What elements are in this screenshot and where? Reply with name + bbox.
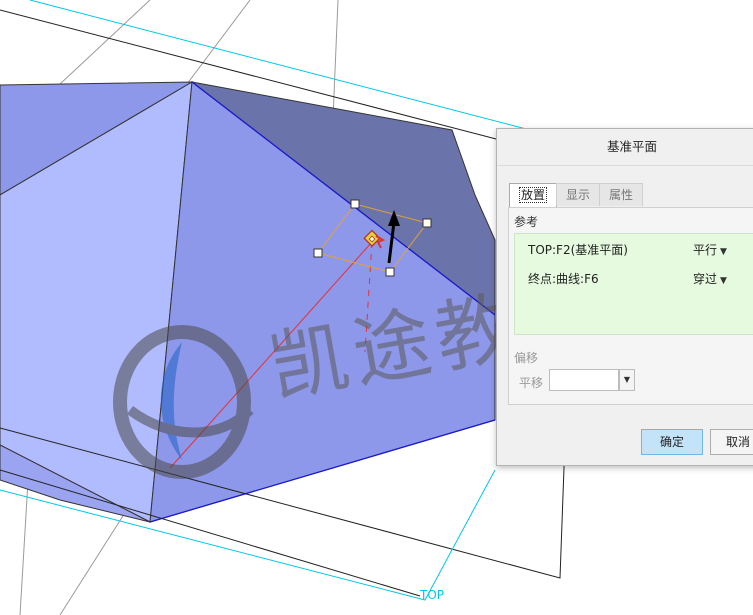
drag-handle[interactable]	[350, 199, 360, 209]
reference-name: 终点:曲线:F6	[528, 272, 599, 286]
reference-name: TOP:F2(基准平面)	[528, 243, 628, 257]
dialog-title: 基准平面	[497, 129, 753, 166]
datum-plane-label: TOP	[420, 588, 445, 602]
reference-type-dropdown[interactable]: 平行 ▼	[693, 240, 727, 262]
tab-properties[interactable]: 属性	[599, 183, 644, 206]
ok-button[interactable]: 确定	[641, 429, 703, 455]
shift-label: 平移	[519, 376, 544, 390]
references-label: 参考	[514, 215, 539, 229]
drag-handle[interactable]	[422, 218, 432, 228]
tab-placement[interactable]: 放置	[509, 183, 558, 208]
reference-type-dropdown[interactable]: 穿过 ▼	[693, 269, 727, 291]
offset-label: 偏移	[514, 351, 539, 365]
tab-display[interactable]: 显示	[556, 183, 601, 206]
chevron-down-icon: ▼	[720, 247, 727, 257]
shift-input[interactable]	[549, 369, 619, 391]
reference-row[interactable]: TOP:F2(基准平面) 平行 ▼	[515, 240, 753, 260]
dialog-tabs: 放置 显示 属性	[509, 183, 644, 208]
cancel-button[interactable]: 取消	[710, 429, 753, 455]
shift-dropdown-icon[interactable]: ▼	[619, 369, 635, 391]
reference-row[interactable]: 终点:曲线:F6 穿过 ▼	[515, 269, 753, 289]
placement-panel: 参考 TOP:F2(基准平面) 平行 ▼ 终点:曲线:F6 穿过 ▼ 偏移 平移 ▼	[508, 207, 753, 405]
drag-handle[interactable]	[313, 248, 323, 258]
datum-plane-dialog: 基准平面 放置 显示 属性 参考 TOP:F2(基准平面) 平行 ▼ 终点:曲线:…	[496, 128, 753, 466]
drag-handle[interactable]	[385, 267, 395, 277]
references-list[interactable]: TOP:F2(基准平面) 平行 ▼ 终点:曲线:F6 穿过 ▼	[514, 233, 753, 335]
chevron-down-icon: ▼	[720, 276, 727, 286]
